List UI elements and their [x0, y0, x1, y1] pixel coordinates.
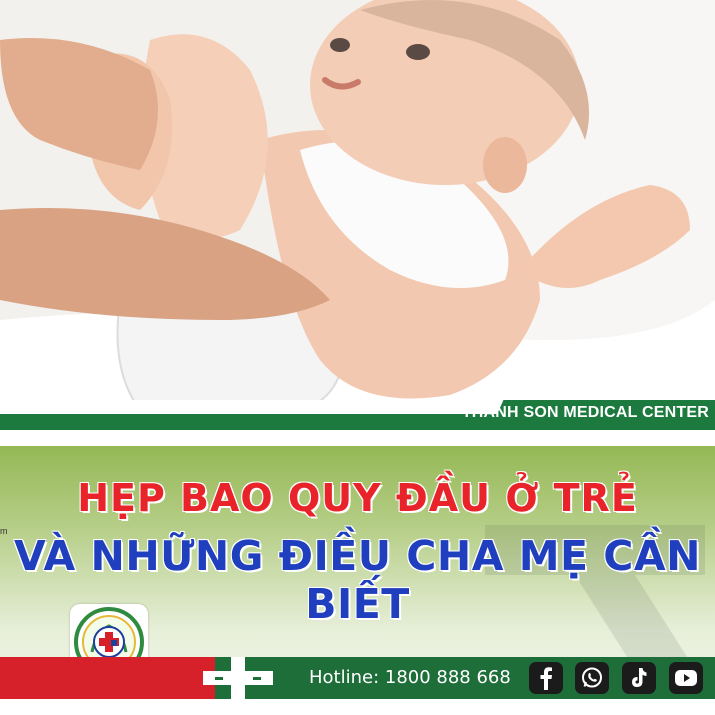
facebook-icon[interactable] — [529, 662, 563, 694]
whatsapp-icon[interactable] — [575, 662, 609, 694]
youtube-icon[interactable] — [669, 662, 703, 694]
panel-divider — [0, 432, 715, 446]
tiktok-icon[interactable] — [622, 662, 656, 694]
title-line-1: HẸP BAO QUY ĐẦU Ở TRẺ — [77, 476, 638, 520]
footer-bottom-band — [0, 699, 715, 715]
hero-photo — [0, 0, 715, 412]
hotline-text: Hotline: 1800 888 668 — [309, 667, 511, 688]
brand-name: THANH SON MEDICAL CENTER — [461, 404, 709, 421]
brand-strip-line — [0, 414, 500, 430]
footer-red-bar — [0, 657, 215, 699]
baby-photo-illustration — [0, 0, 715, 412]
medical-cross-icon — [203, 657, 273, 699]
